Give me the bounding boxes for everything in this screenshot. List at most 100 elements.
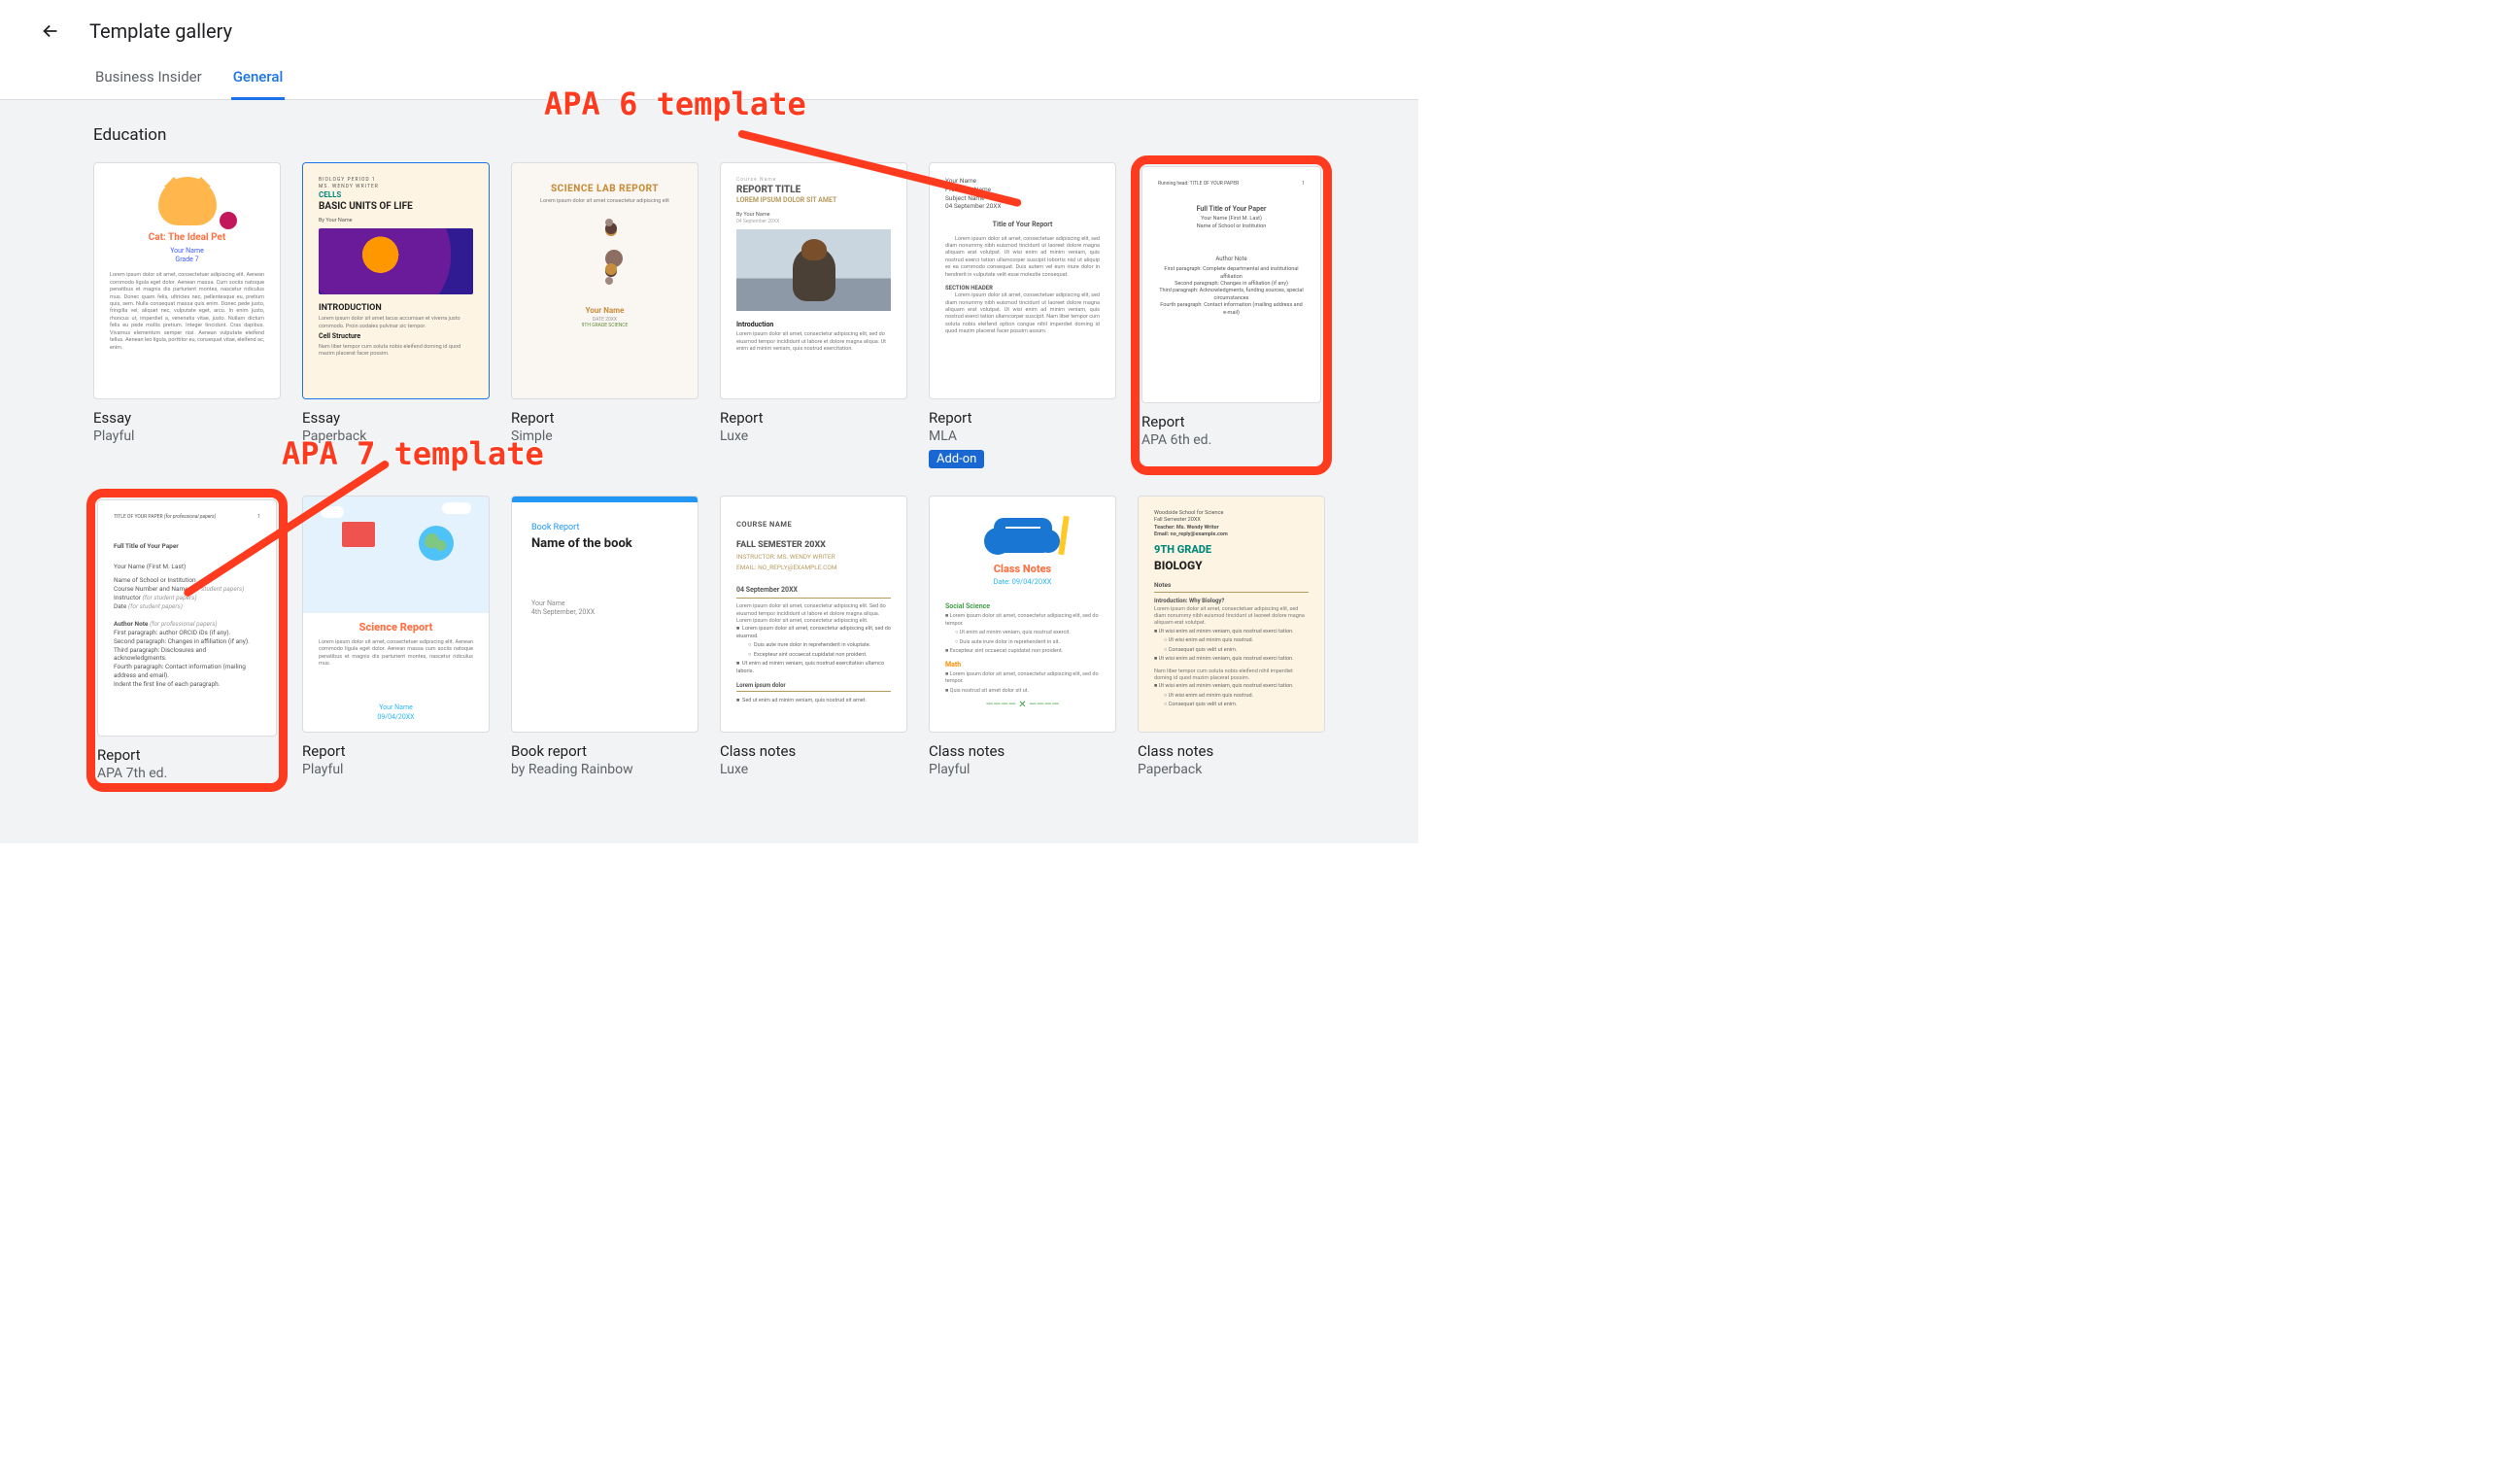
thumb-para: Second paragraph: Changes in affiliation… <box>114 637 260 646</box>
thumb-date: Date: 09/04/20XX <box>945 577 1100 587</box>
template-report-apa7[interactable]: TITLE OF YOUR PAPER (for professional pa… <box>93 496 281 785</box>
thumb-author: Your Name (First M. Last) <box>1158 216 1305 223</box>
template-report-apa6[interactable]: Running head: TITLE OF YOUR PAPER 1 Full… <box>1138 162 1325 468</box>
globe-icon <box>419 526 454 561</box>
thumb-subheading: LOREM IPSUM DOLOR SIT AMET <box>736 196 891 205</box>
template-subtitle: APA 6th ed. <box>1141 432 1321 448</box>
template-title: Report <box>511 409 698 427</box>
thumb-running-head: TITLE OF YOUR PAPER <box>114 514 163 520</box>
thumb-teacher: MS. WENDY WRITER <box>319 184 379 189</box>
thumb-section: Introduction <box>736 321 891 329</box>
template-classnotes-paperback[interactable]: Woodside School for Science Fall Semeste… <box>1138 496 1325 785</box>
template-grid: Cat: The Ideal Pet Your Name Grade 7 Lor… <box>93 162 1325 785</box>
back-button[interactable] <box>39 19 62 43</box>
thumb-author-note: Author Note <box>1158 256 1305 263</box>
thumb-notes-label: Notes <box>1154 581 1309 590</box>
thumb-note: (for professional papers) <box>164 514 216 520</box>
thumb-email: EMAIL: NO_REPLY@EXAMPLE.COM <box>736 564 891 572</box>
template-title: Class notes <box>1138 742 1325 760</box>
thumb-subhead: CELLS <box>319 190 473 201</box>
thumb-date: 4th September, 20XX <box>531 608 678 617</box>
page-title: Template gallery <box>89 19 232 43</box>
thumb-line: Woodside School for Science <box>1154 510 1309 517</box>
thumb-course: BIOLOGY PERIOD 1 <box>319 177 376 183</box>
thumb-meta: DATE 20XX <box>593 317 617 324</box>
thumb-instructor: Instructor <box>114 594 141 601</box>
template-title: Class notes <box>720 742 907 760</box>
template-classnotes-luxe[interactable]: COURSE NAME FALL SEMESTER 20XX INSTRUCTO… <box>720 496 907 785</box>
thumb-section: Social Science <box>945 602 1100 611</box>
section-title-education: Education <box>93 125 1325 145</box>
template-essay-paperback[interactable]: BIOLOGY PERIOD 1MS. WENDY WRITER CELLS B… <box>302 162 490 468</box>
thumb-para: First paragraph: author ORCID iDs (if an… <box>114 629 260 637</box>
thumb-line: Fall Semester 20XX <box>1154 517 1309 524</box>
template-report-simple[interactable]: SCIENCE LAB REPORT Lorem ipsum dolor sit… <box>511 162 698 468</box>
thumb-para: Third paragraph: Disclosures and acknowl… <box>114 646 260 664</box>
thumb-date: Date <box>114 602 126 610</box>
template-title: Report <box>302 742 490 760</box>
template-title: Report <box>720 409 907 427</box>
thumb-heading: Title of Your Report <box>945 221 1100 229</box>
pencil-icon <box>1058 516 1070 555</box>
thumb-author-note: Author Note <box>114 620 148 628</box>
template-subtitle: Playful <box>929 762 1116 777</box>
thumb-heading: Cat: The Ideal Pet <box>149 231 226 245</box>
person-photo-icon <box>736 229 891 311</box>
thumb-subject: BIOLOGY <box>1154 558 1309 573</box>
template-title: Report <box>97 746 277 764</box>
template-subtitle: Luxe <box>720 428 907 444</box>
thumb-heading: Class Notes <box>945 563 1100 577</box>
thumb-byline: Your Name <box>170 247 204 256</box>
template-title: Essay <box>93 409 281 427</box>
thumb-byline: By Your Name <box>736 212 891 219</box>
thumb-intro: Introduction: Why Biology? <box>1154 598 1309 605</box>
thumb-heading: Full Title of Your Paper <box>1158 205 1305 214</box>
thumb-line: 04 September 20XX <box>945 202 1100 211</box>
thumb-heading: Full Title of Your Paper <box>114 542 260 551</box>
template-book-report[interactable]: Book Report Name of the book Your Name 4… <box>511 496 698 785</box>
template-subtitle: APA 7th ed. <box>97 766 277 781</box>
thumb-heading: BASIC UNITS OF LIFE <box>319 200 473 214</box>
tab-general[interactable]: General <box>231 58 286 100</box>
thumb-name: Your Name <box>379 703 413 711</box>
template-subtitle: Paperback <box>302 428 490 444</box>
template-report-playful[interactable]: Science Report Lorem ipsum dolor sit ame… <box>302 496 490 785</box>
thumb-pre: COURSE NAME <box>736 520 891 530</box>
template-essay-playful[interactable]: Cat: The Ideal Pet Your Name Grade 7 Lor… <box>93 162 281 468</box>
template-subtitle: Playful <box>302 762 490 777</box>
thumb-name: Your Name <box>531 600 678 608</box>
thumb-line: Professor Name <box>945 186 1100 194</box>
thumb-page: 1 <box>257 514 260 521</box>
thumb-date: 04 September 20XX <box>736 219 891 225</box>
template-subtitle: Paperback <box>1138 762 1325 777</box>
tabs: Business Insider General <box>0 58 1418 100</box>
template-title: Report <box>1141 413 1321 430</box>
template-subtitle: Playful <box>93 428 281 444</box>
template-subtitle: by Reading Rainbow <box>511 762 698 777</box>
thumb-line: Teacher: Ms. Wendy Writer <box>1154 525 1309 531</box>
thumb-heading: SCIENCE LAB REPORT <box>551 183 659 196</box>
thumb-section: SECTION HEADER <box>945 285 1100 292</box>
template-report-luxe[interactable]: Course Name REPORT TITLE LOREM IPSUM DOL… <box>720 162 907 468</box>
thumb-heading: FALL SEMESTER 20XX <box>736 539 891 551</box>
template-classnotes-playful[interactable]: Class Notes Date: 09/04/20XX Social Scie… <box>929 496 1116 785</box>
template-subtitle: Simple <box>511 428 698 444</box>
template-title: Class notes <box>929 742 1116 760</box>
thumb-section: INTRODUCTION <box>319 302 473 314</box>
book-icon <box>342 522 375 547</box>
thumb-line: Your Name <box>945 177 1100 186</box>
thumb-section2: Math <box>945 661 1100 669</box>
thumb-para: First paragraph: Complete departmental a… <box>1158 266 1305 281</box>
tab-business-insider[interactable]: Business Insider <box>93 58 204 100</box>
template-title: Book report <box>511 742 698 760</box>
thumb-name: Your Name <box>586 306 625 317</box>
arrow-left-icon <box>40 20 61 42</box>
thumb-para: Indent the first line of each paragraph. <box>114 680 260 689</box>
thumb-date: 04 September 20XX <box>736 586 891 595</box>
thumb-author: Your Name (First M. Last) <box>114 563 260 571</box>
thumb-meta2: 9TH GRADE SCIENCE <box>582 323 629 329</box>
thumb-teacher: INSTRUCTOR: MS. WENDY WRITER <box>736 553 891 562</box>
thumb-page: 1 <box>1302 181 1305 188</box>
template-title: Report <box>929 409 1116 427</box>
template-report-mla[interactable]: Your Name Professor Name Subject Name 04… <box>929 162 1116 468</box>
